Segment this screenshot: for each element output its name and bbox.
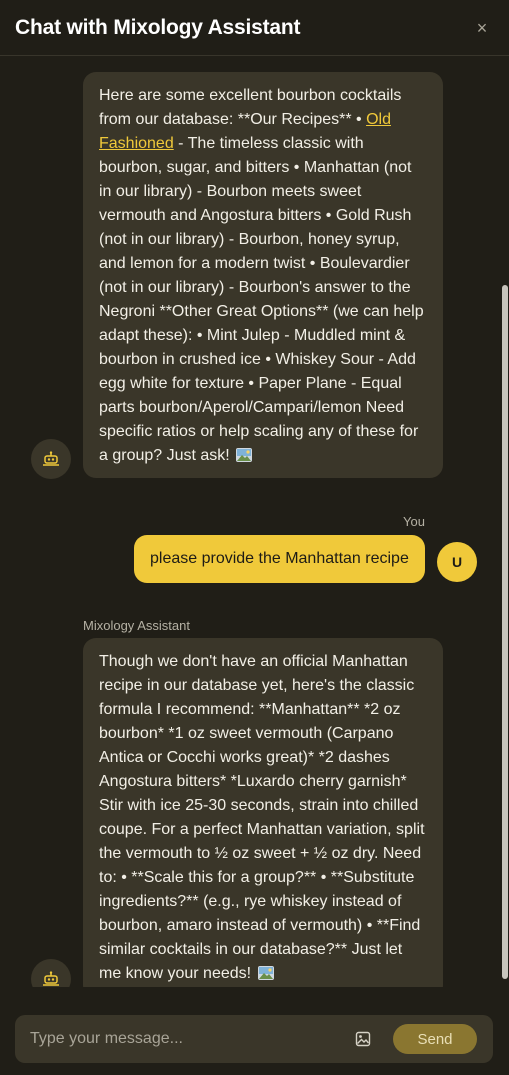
user-message-bubble: please provide the Manhattan recipe bbox=[134, 535, 425, 583]
messages-scrollbar[interactable] bbox=[502, 57, 508, 987]
message-text: Though we don't have an official Manhatt… bbox=[99, 653, 425, 982]
scrollbar-thumb[interactable] bbox=[502, 285, 508, 979]
user-avatar: U bbox=[437, 542, 477, 582]
image-emoji-icon bbox=[236, 448, 253, 462]
sender-label-user: You bbox=[403, 514, 425, 529]
image-emoji-icon bbox=[257, 966, 274, 980]
chat-title: Chat with Mixology Assistant bbox=[15, 16, 301, 39]
sender-label-assistant: Mixology Assistant bbox=[83, 618, 190, 633]
avatar-letter: U bbox=[451, 554, 463, 570]
assistant-avatar bbox=[31, 439, 71, 479]
message-list[interactable]: Here are some excellent bourbon cocktail… bbox=[0, 57, 509, 987]
send-button[interactable]: Send bbox=[393, 1024, 477, 1054]
message-text: please provide the Manhattan recipe bbox=[150, 550, 409, 567]
message-text: - The timeless classic with bourbon, sug… bbox=[99, 135, 424, 464]
chat-header: Chat with Mixology Assistant × bbox=[0, 0, 509, 56]
assistant-message-bubble: Here are some excellent bourbon cocktail… bbox=[83, 72, 443, 478]
message-composer: Send bbox=[15, 1015, 493, 1063]
assistant-avatar bbox=[31, 959, 71, 987]
image-icon[interactable] bbox=[355, 1031, 371, 1047]
message-input[interactable] bbox=[15, 1015, 335, 1063]
close-icon[interactable]: × bbox=[473, 19, 491, 37]
chat-panel: Chat with Mixology Assistant × Here are … bbox=[0, 0, 509, 1075]
cocktail-bot-icon bbox=[43, 451, 59, 466]
message-text: Here are some excellent bourbon cocktail… bbox=[99, 87, 402, 128]
cocktail-bot-icon bbox=[43, 971, 59, 986]
assistant-message-bubble: Though we don't have an official Manhatt… bbox=[83, 638, 443, 987]
